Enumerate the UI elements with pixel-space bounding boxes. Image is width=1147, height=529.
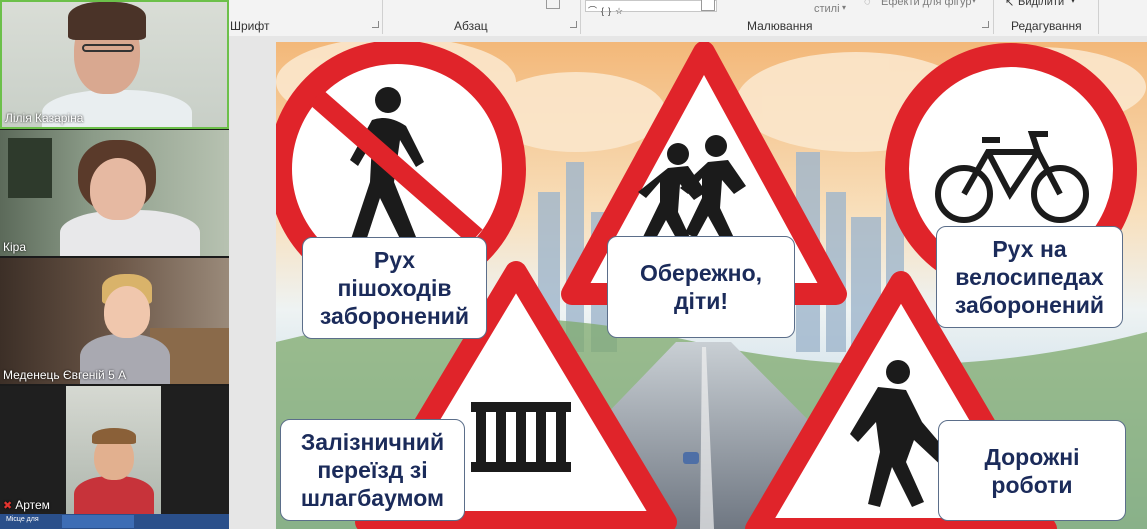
star-shape-icon[interactable]: ☆ xyxy=(615,7,623,16)
hair xyxy=(68,2,146,40)
chevron-down-icon[interactable]: ▾ xyxy=(842,3,846,12)
participant-tile[interactable]: Лілія Казаріна xyxy=(0,0,229,129)
thumbnail-text: Місце для xyxy=(6,516,39,523)
sign-label-children[interactable]: Обережно, діти! xyxy=(607,236,795,338)
participant-face xyxy=(90,158,146,220)
background-window xyxy=(8,138,52,198)
sign-label-no-bicycles[interactable]: Рух на велосипедах заборонений xyxy=(936,226,1123,328)
group-divider xyxy=(382,0,383,34)
brace-shape-icon[interactable]: { xyxy=(601,7,604,16)
participant-name: Лілія Казаріна xyxy=(5,111,84,125)
shape-effects-label[interactable]: Ефекти для фігур xyxy=(881,0,972,8)
brace-shape-icon[interactable]: } xyxy=(608,7,611,16)
participant-video xyxy=(66,386,161,514)
slide-thumbnail[interactable] xyxy=(62,515,134,528)
participant-tile[interactable]: Кіра xyxy=(0,130,229,256)
glasses xyxy=(82,44,134,52)
hair xyxy=(92,428,136,444)
chevron-down-icon[interactable]: ▾ xyxy=(972,0,976,5)
shape-dropdown-icon[interactable] xyxy=(701,0,715,11)
arc-shape-icon[interactable]: ⌒ xyxy=(588,7,597,16)
ribbon-toolbar: Шрифт Абзац ⌒{}☆ ▲ стилі ▾ ◌ Ефекти для … xyxy=(229,0,1147,37)
car xyxy=(683,452,699,464)
group-divider xyxy=(993,0,994,34)
participant-name: Меденець Євгеній 5 А xyxy=(3,368,127,382)
table-icon[interactable] xyxy=(546,0,560,9)
select-label[interactable]: Виділити xyxy=(1018,0,1064,8)
slide-editing-canvas: Рух пішоходів заборонений Обережно, діти… xyxy=(229,36,1147,529)
quick-styles-label[interactable]: стилі xyxy=(814,3,840,15)
group-divider xyxy=(580,0,581,34)
slide[interactable]: Рух пішоходів заборонений Обережно, діти… xyxy=(276,42,1147,529)
sign-label-railway-crossing[interactable]: Залізничний переїзд зі шлагбаумом xyxy=(280,419,465,521)
chevron-down-icon[interactable]: ▾ xyxy=(1071,0,1075,5)
participant-tile[interactable]: Меденець Євгеній 5 А xyxy=(0,258,229,384)
paragraph-group-label: Абзац xyxy=(454,19,488,33)
font-dialog-launcher-icon[interactable] xyxy=(372,21,379,28)
group-divider xyxy=(1098,0,1099,34)
select-cursor-icon[interactable]: ↖ xyxy=(1005,0,1014,9)
participant-video-strip: Лілія Казаріна Кіра Меденець Євгеній 5 А… xyxy=(0,0,229,529)
muted-mic-icon: ✖ xyxy=(3,500,13,512)
sign-label-no-pedestrians[interactable]: Рух пішоходів заборонений xyxy=(302,237,487,339)
participant-face xyxy=(104,286,150,338)
shapes-gallery[interactable]: ⌒ {} ☆ xyxy=(585,0,717,16)
drawing-dialog-launcher-icon[interactable] xyxy=(982,21,989,28)
participant-tile[interactable]: ✖ Артем xyxy=(0,386,229,514)
participant-silhouette xyxy=(74,476,154,514)
editing-group-label: Редагування xyxy=(1011,19,1082,33)
font-group-label: Шрифт xyxy=(230,19,270,33)
participant-name: ✖ Артем xyxy=(3,498,50,512)
barrier-icon xyxy=(471,402,571,472)
paragraph-dialog-launcher-icon[interactable] xyxy=(570,21,577,28)
sign-label-road-works[interactable]: Дорожні роботи xyxy=(938,420,1126,521)
shape-effects-icon[interactable]: ◌ xyxy=(864,0,871,8)
participant-name: Кіра xyxy=(3,240,27,254)
drawing-group-label: Малювання xyxy=(747,19,813,33)
slide-thumbnail-strip: Місце для xyxy=(0,514,229,529)
